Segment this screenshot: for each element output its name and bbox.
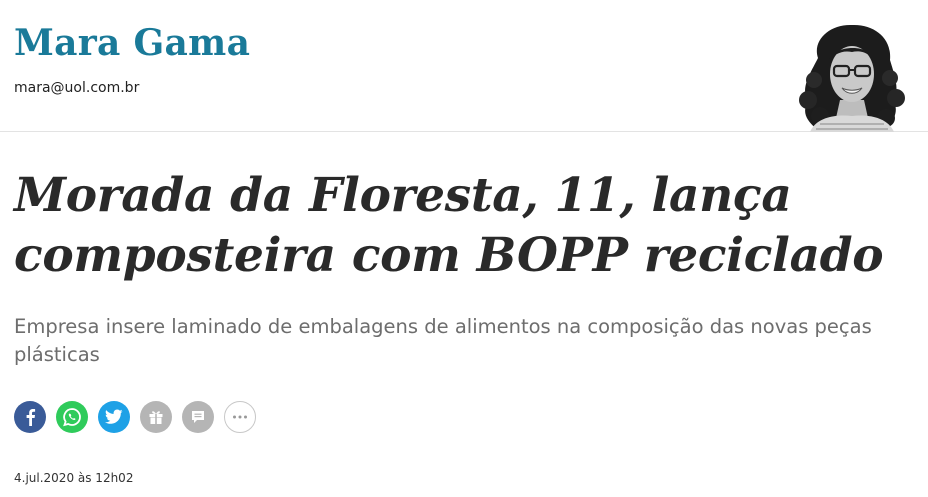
share-twitter-button[interactable] (98, 401, 130, 433)
author-photo (790, 22, 912, 132)
more-icon (233, 415, 247, 419)
facebook-icon (26, 409, 36, 426)
share-facebook-button[interactable] (14, 401, 46, 433)
publish-date: 4.jul.2020 às 12h02 (14, 471, 134, 485)
columnist-header: Mara Gama mara@uol.com.br (0, 0, 928, 132)
twitter-icon (105, 409, 123, 424)
comment-icon (192, 411, 204, 423)
share-whatsapp-button[interactable] (56, 401, 88, 433)
comments-button[interactable] (182, 401, 214, 433)
article-subtitle: Empresa insere laminado de embalagens de… (14, 315, 872, 366)
whatsapp-icon (63, 408, 81, 427)
headline-line-1: Morada da Floresta, 11, lança (14, 168, 792, 223)
share-bar (14, 401, 256, 433)
author-email[interactable]: mara@uol.com.br (14, 80, 139, 96)
author-name[interactable]: Mara Gama (14, 22, 250, 64)
gift-article-button[interactable] (140, 401, 172, 433)
article-headline: Morada da Floresta, 11, lança composteir… (14, 166, 894, 286)
more-options-button[interactable] (224, 401, 256, 433)
headline-line-2: composteira com BOPP reciclado (14, 228, 884, 283)
gift-icon (149, 411, 163, 424)
